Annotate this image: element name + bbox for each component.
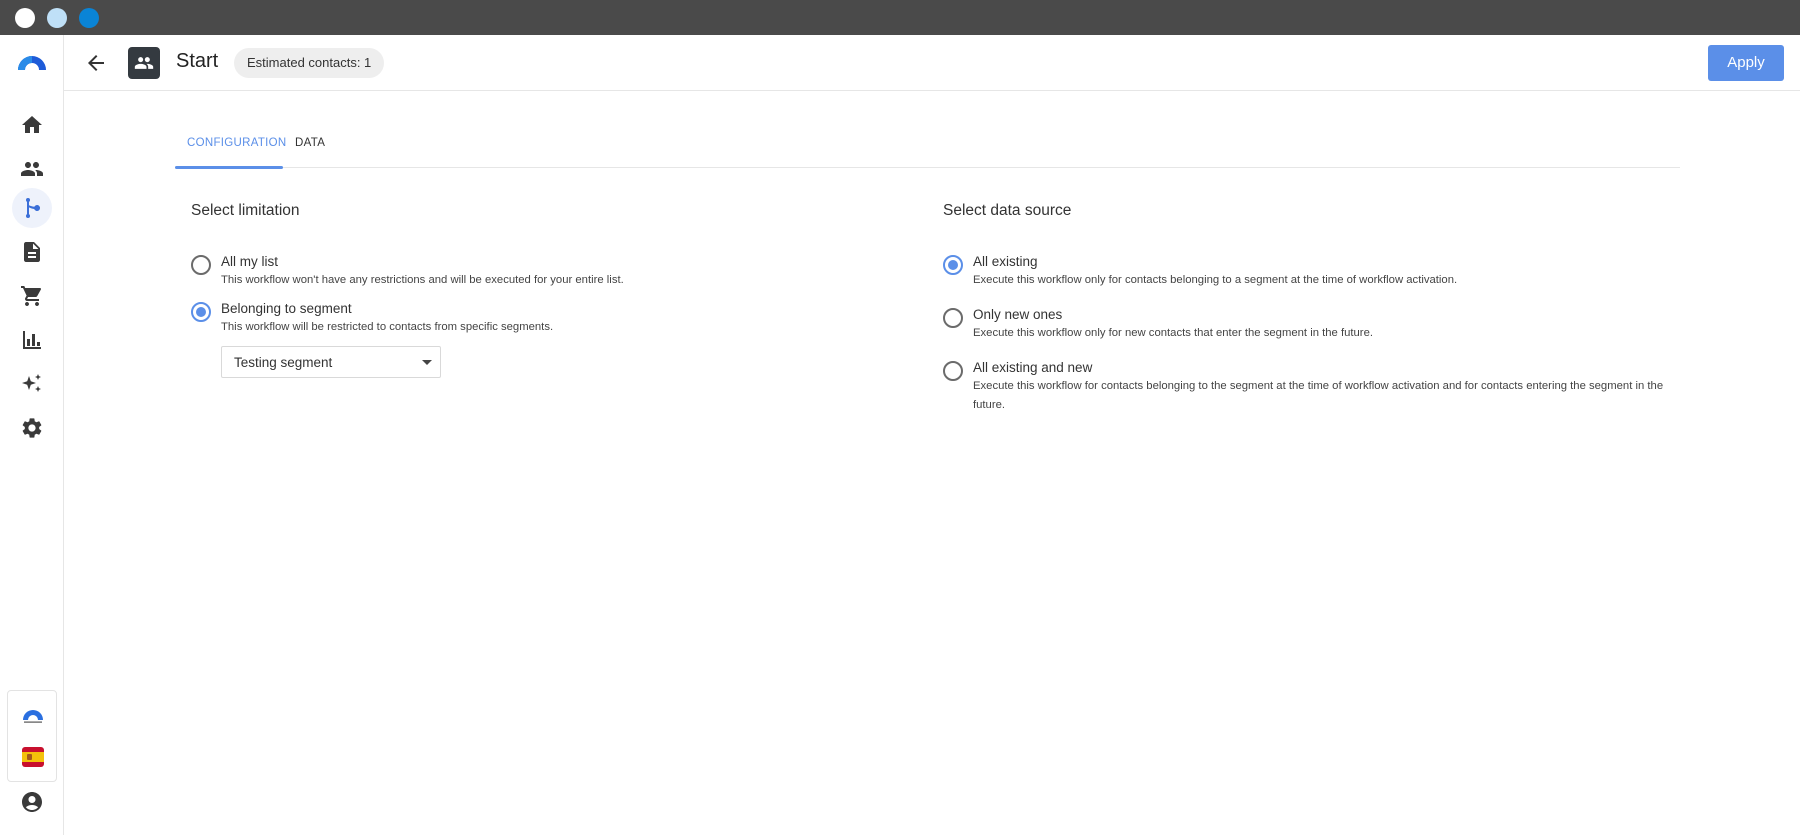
gear-icon (22, 418, 42, 438)
option-label-belonging-to-segment: Belonging to segment (221, 301, 352, 316)
window-title-bar (0, 0, 1800, 35)
radio-all-existing[interactable] (943, 255, 963, 275)
home-icon (22, 116, 42, 133)
chart-icon (23, 331, 41, 349)
sidebar-item-ai[interactable] (12, 364, 52, 404)
page-title: Start (176, 50, 219, 72)
back-button[interactable] (84, 51, 108, 75)
tab-bar: CONFIGURATION DATA (175, 130, 1680, 169)
sidebar-item-home[interactable] (12, 105, 52, 145)
option-label-all-existing: All existing (973, 254, 1038, 269)
apply-button[interactable]: Apply (1708, 45, 1784, 81)
option-desc-only-new-ones: Execute this workflow only for new conta… (973, 327, 1373, 339)
radio-belonging-to-segment[interactable] (191, 302, 211, 322)
sidebar-item-contacts[interactable] (12, 149, 52, 189)
radio-all-existing-and-new[interactable] (943, 361, 963, 381)
segment-select-value: Testing segment (234, 355, 333, 370)
account-icon[interactable] (20, 790, 44, 814)
radio-all-my-list[interactable] (191, 255, 211, 275)
estimated-contacts-badge: Estimated contacts: 1 (234, 48, 385, 78)
sidebar (0, 35, 64, 835)
brand-mini-logo[interactable] (21, 708, 45, 724)
workflow-icon (26, 198, 41, 218)
option-label-only-new-ones: Only new ones (973, 307, 1063, 322)
sidebar-item-templates[interactable] (12, 232, 52, 272)
tab-data[interactable]: DATA (295, 137, 325, 149)
segment-select[interactable]: Testing segment (221, 346, 441, 378)
page-header: Start Estimated contacts: 1 Apply (64, 35, 1800, 91)
start-node-icon (128, 47, 160, 79)
option-desc-all-existing-and-new: Execute this workflow for contacts belon… (973, 380, 1664, 411)
option-label-all-existing-and-new: All existing and new (973, 360, 1093, 375)
radio-only-new-ones[interactable] (943, 308, 963, 328)
sidebar-bottom-panel (7, 690, 57, 782)
data-source-title: Select data source (943, 202, 1072, 219)
option-desc-all-my-list: This workflow won't have any restriction… (221, 274, 624, 286)
brand-logo[interactable] (16, 50, 48, 72)
limitation-title: Select limitation (191, 202, 300, 219)
window-minimize-button[interactable] (47, 8, 67, 28)
sidebar-item-settings[interactable] (12, 408, 52, 448)
option-desc-belonging-to-segment: This workflow will be restricted to cont… (221, 321, 554, 333)
active-tab-indicator (175, 166, 283, 169)
sidebar-item-workflows[interactable] (12, 188, 52, 228)
arrow-left-icon (88, 55, 104, 71)
tab-configuration[interactable]: CONFIGURATION (187, 137, 287, 149)
document-icon (24, 242, 40, 262)
sidebar-item-ecommerce[interactable] (12, 276, 52, 316)
option-desc-all-existing: Execute this workflow only for contacts … (973, 274, 1458, 286)
chevron-down-icon (422, 360, 432, 365)
sparkle-icon (22, 374, 41, 392)
contacts-icon (21, 162, 43, 176)
option-label-all-my-list: All my list (221, 254, 278, 269)
window-maximize-button[interactable] (79, 8, 99, 28)
cart-icon (21, 286, 42, 306)
people-icon (134, 57, 154, 69)
spain-flag-icon[interactable] (22, 747, 44, 767)
sidebar-item-reports[interactable] (12, 320, 52, 360)
window-close-button[interactable] (15, 8, 35, 28)
